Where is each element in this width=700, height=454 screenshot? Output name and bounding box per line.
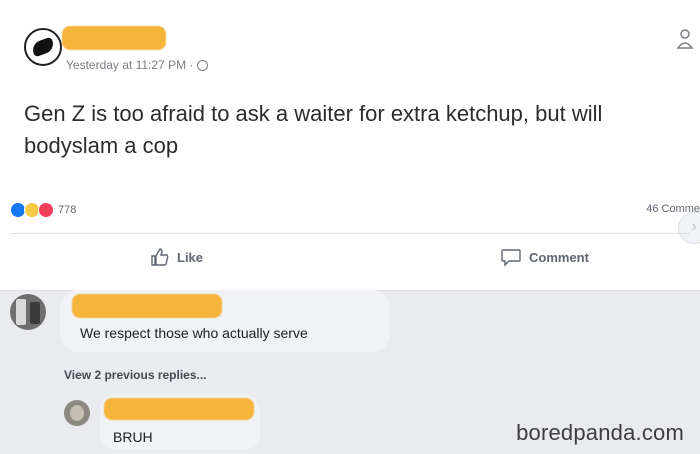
comment-text: We respect those who actually serve — [80, 325, 308, 341]
reaction-summary[interactable]: 778 — [10, 202, 76, 218]
scroll-arrow-icon[interactable]: › — [678, 212, 700, 244]
avatar-figure-right — [30, 302, 40, 324]
timestamp-text: Yesterday at 11:27 PM · — [66, 58, 194, 72]
globe-icon — [197, 59, 209, 71]
redacted-commenter-name — [72, 294, 222, 318]
comment-label: Comment — [529, 249, 589, 265]
comment-button[interactable]: Comment — [500, 247, 589, 267]
poster-avatar[interactable] — [24, 28, 62, 66]
like-button[interactable]: Like — [150, 247, 203, 267]
avatar-figure-left — [16, 299, 26, 325]
thumbs-up-icon — [151, 248, 169, 266]
user-icon[interactable] — [676, 28, 694, 52]
redacted-replier-name — [104, 398, 254, 420]
post-text: Gen Z is too afraid to ask a waiter for … — [24, 101, 603, 158]
love-reaction-icon — [38, 202, 54, 218]
redacted-name — [62, 26, 166, 50]
reply-text: BRUH — [113, 429, 153, 445]
action-divider — [10, 233, 690, 234]
like-label: Like — [177, 249, 204, 265]
avatar-shape — [30, 36, 56, 58]
commenter-avatar[interactable] — [10, 294, 46, 330]
comment-bubble-icon — [501, 249, 521, 267]
reaction-count: 778 — [58, 204, 77, 216]
watermark: boredpanda.com — [516, 420, 684, 445]
post-timestamp[interactable]: Yesterday at 11:27 PM · — [66, 58, 209, 72]
avatar-face — [70, 405, 84, 421]
post-card: Yesterday at 11:27 PM · Gen Z is too afr… — [0, 0, 700, 291]
view-previous-replies-link[interactable]: View 2 previous replies... — [64, 368, 207, 382]
replier-avatar[interactable] — [64, 400, 90, 426]
